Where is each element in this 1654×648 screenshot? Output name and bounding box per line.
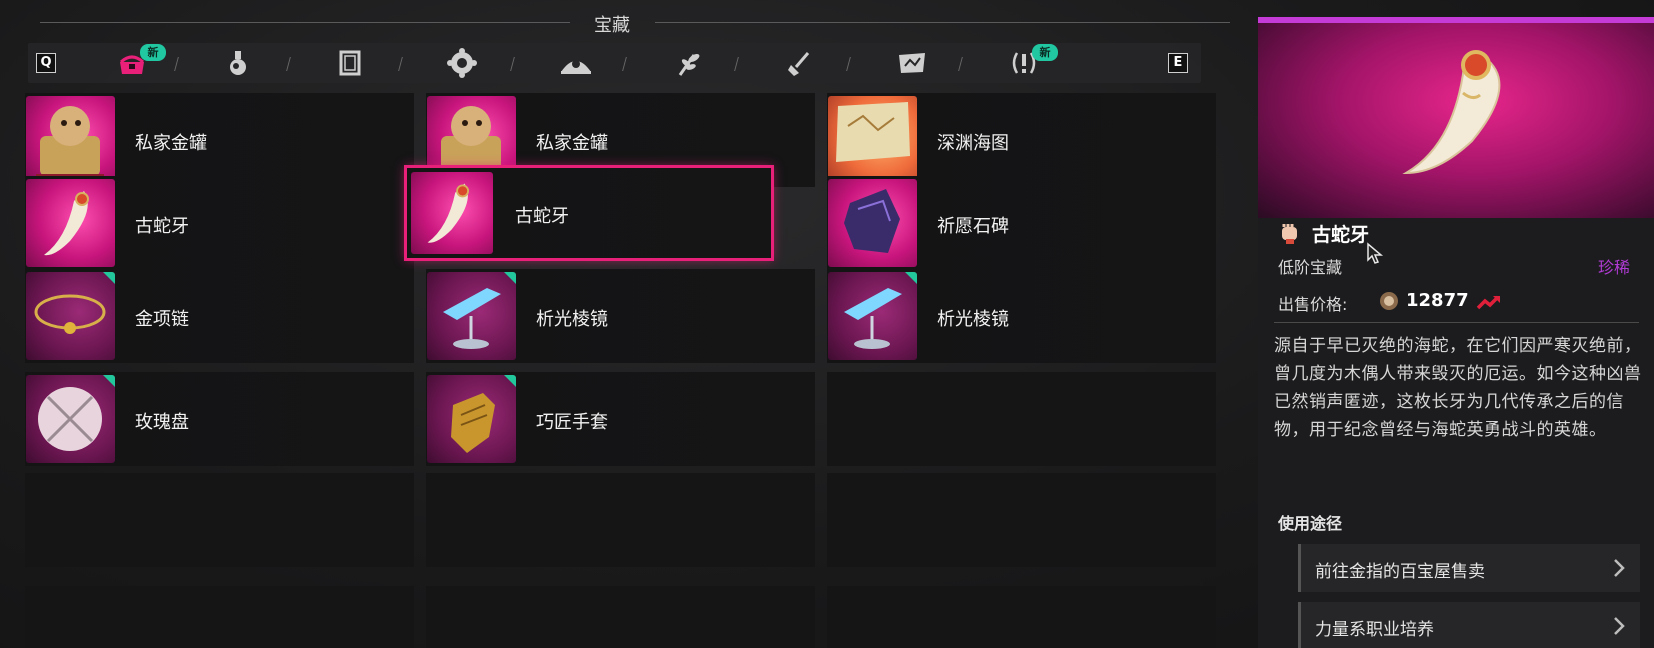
item-name: 玫瑰盘	[135, 412, 189, 433]
item-name: 祈愿石碑	[937, 216, 1009, 237]
empty-slot[interactable]	[827, 372, 1216, 466]
item-slot-ancient-serpent-fang[interactable]: 古蛇牙	[25, 176, 414, 270]
tab-separator	[958, 57, 963, 71]
currency-icon	[1380, 292, 1398, 310]
tab-map[interactable]	[892, 46, 932, 80]
shovel-icon	[788, 52, 810, 76]
empty-slot[interactable]	[25, 586, 414, 648]
category-tabbar: Q 新 新 E	[28, 43, 1201, 83]
item-slot-craftsman-glove[interactable]: 巧匠手套	[426, 372, 815, 466]
tab-treasure[interactable]: 新	[112, 44, 166, 80]
gold-necklace-icon	[26, 272, 115, 360]
rose-plate-icon	[26, 375, 115, 463]
usage-heading: 使用途径	[1278, 514, 1343, 533]
item-slot-light-splitting-prism[interactable]: 析光棱镜	[827, 269, 1216, 363]
empty-slot[interactable]	[426, 586, 815, 648]
tab-separator	[622, 57, 627, 71]
header-divider-left	[40, 22, 570, 23]
potion-icon	[230, 51, 246, 75]
scroll-icon	[339, 50, 361, 76]
item-slot-light-splitting-prism[interactable]: 析光棱镜	[426, 269, 815, 363]
tab-potion[interactable]	[218, 46, 258, 80]
empty-slot[interactable]	[25, 473, 414, 567]
mouse-cursor-icon	[1367, 242, 1384, 264]
item-slot-ancient-serpent-fang-selected[interactable]: 古蛇牙	[404, 165, 774, 261]
chevron-right-icon	[1614, 617, 1625, 635]
sea-map-icon	[828, 96, 917, 184]
new-badge: 新	[1032, 44, 1058, 61]
herb-icon	[678, 54, 700, 76]
serpent-fang-icon	[411, 172, 493, 254]
item-slot-abyss-sea-chart[interactable]: 深渊海图	[827, 93, 1216, 187]
tab-crown[interactable]	[556, 46, 596, 80]
prism-icon	[427, 272, 516, 360]
item-name: 金项链	[135, 309, 189, 330]
price-label: 出售价格:	[1278, 295, 1348, 314]
next-tab-key[interactable]: E	[1168, 53, 1188, 73]
item-slot-wish-stone-tablet[interactable]: 祈愿石碑	[827, 176, 1216, 270]
gauntlet-icon	[427, 375, 516, 463]
item-name: 古蛇牙	[135, 216, 189, 237]
price-up-trend-icon	[1476, 295, 1500, 310]
item-slot-private-gold-jar[interactable]: 私家金罐	[25, 93, 414, 187]
serpent-fang-icon	[26, 179, 115, 267]
tab-separator	[286, 57, 291, 71]
prev-tab-key[interactable]: Q	[36, 53, 56, 73]
usage-option-label: 前往金指的百宝屋售卖	[1315, 562, 1485, 582]
page-title: 宝藏	[594, 15, 630, 36]
item-name: 古蛇牙	[515, 206, 569, 227]
empty-slot[interactable]	[426, 473, 815, 567]
tab-separator	[846, 57, 851, 71]
usage-option-sell-at-shop[interactable]: 前往金指的百宝屋售卖	[1298, 544, 1640, 592]
wish-stone-icon	[828, 179, 917, 267]
empty-slot[interactable]	[827, 473, 1216, 567]
tab-separator	[734, 57, 739, 71]
item-detail-panel: 古蛇牙 低阶宝藏 珍稀 出售价格: 12877 源自于早已灭绝的海蛇，在它们因严…	[1258, 17, 1654, 648]
usage-option-label: 力量系职业培养	[1315, 620, 1434, 640]
item-slot-rose-plate[interactable]: 玫瑰盘	[25, 372, 414, 466]
hamster-jar-icon	[26, 96, 115, 184]
tab-shovel[interactable]	[780, 46, 820, 80]
item-tier: 低阶宝藏	[1278, 258, 1343, 277]
tab-scroll[interactable]	[330, 46, 370, 80]
item-title: 古蛇牙	[1312, 224, 1370, 246]
empty-slot[interactable]	[827, 586, 1216, 648]
item-name: 巧匠手套	[536, 412, 608, 433]
chevron-right-icon	[1614, 559, 1625, 577]
tab-gear[interactable]	[442, 46, 482, 80]
crown-icon	[561, 60, 591, 74]
prism-icon	[828, 272, 917, 360]
item-name: 析光棱镜	[536, 309, 608, 330]
tab-herb[interactable]	[668, 46, 708, 80]
item-name: 私家金罐	[536, 133, 608, 154]
item-hero-image	[1258, 23, 1654, 218]
strength-fist-icon	[1282, 224, 1297, 244]
tab-quest[interactable]: 新	[1004, 44, 1058, 80]
tab-separator	[398, 57, 403, 71]
header-divider-right	[655, 22, 1230, 23]
sale-price: 12877	[1406, 290, 1469, 311]
item-name: 私家金罐	[135, 133, 207, 154]
new-badge: 新	[140, 44, 166, 61]
tab-separator	[174, 57, 179, 71]
item-slot-gold-necklace[interactable]: 金项链	[25, 269, 414, 363]
item-rarity: 珍稀	[1597, 258, 1630, 277]
item-name: 深渊海图	[937, 133, 1009, 154]
usage-option-strength-training[interactable]: 力量系职业培养	[1298, 602, 1640, 648]
item-name: 析光棱镜	[937, 309, 1009, 330]
serpent-fang-icon	[1402, 50, 1501, 175]
divider	[1274, 322, 1639, 323]
item-description: 源自于早已灭绝的海蛇，在它们因严寒灭绝前，曾几度为木偶人带来毁灭的厄运。如今这种…	[1274, 336, 1642, 440]
map-icon	[899, 53, 925, 73]
gear-cog-icon	[447, 48, 477, 78]
tab-separator	[510, 57, 515, 71]
